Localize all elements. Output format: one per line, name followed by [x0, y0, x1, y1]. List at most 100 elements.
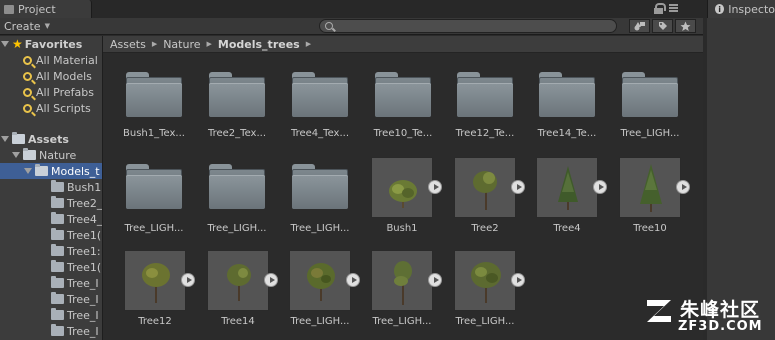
asset-label: Tree10_Te... [373, 128, 433, 139]
asset-label: Tree10 [633, 223, 667, 234]
tree-item-label: Tree4_ [67, 212, 103, 226]
filter-by-type-button[interactable] [629, 19, 650, 33]
tree-item-label: Tree1( [67, 228, 102, 242]
play-preview-icon[interactable] [264, 273, 278, 287]
breadcrumb-nature[interactable]: Nature [163, 38, 200, 51]
create-dropdown[interactable]: Create ▼ [4, 19, 50, 33]
tree-item-all-scripts[interactable]: All Scripts [0, 100, 102, 116]
watermark-subtitle: ZF3D.COM [678, 319, 763, 334]
search-input[interactable] [319, 19, 617, 33]
caret-down-icon: ▼ [44, 22, 50, 30]
folder-icon [292, 164, 348, 209]
expand-arrow-icon[interactable] [1, 136, 9, 142]
tree-item-label: All Material [36, 53, 98, 67]
tree-child-folder[interactable]: Tree4_ [0, 211, 103, 227]
tree-item-label: All Models [36, 69, 92, 83]
window-tab-strip: Project i Inspecto [0, 0, 775, 18]
folder-icon [457, 72, 513, 117]
tree-child-folder[interactable]: Tree_I [0, 307, 102, 323]
tree-preview [454, 157, 516, 218]
search-filter-icon [23, 71, 32, 81]
search-icon [325, 22, 333, 30]
folder-icon [209, 164, 265, 209]
star-icon: ★ [12, 37, 23, 51]
tab-inspector[interactable]: i Inspecto [707, 0, 775, 18]
tree-preview [124, 250, 186, 311]
breadcrumb-arrow-icon: ▶ [206, 40, 212, 48]
favorites-label: Favorites [24, 37, 83, 51]
tree-child-folder[interactable]: Tree1( [0, 259, 102, 275]
asset-label: Tree_LIGH... [372, 316, 432, 327]
breadcrumb-current[interactable]: Models_trees [218, 38, 300, 51]
tree-child-folder[interactable]: Tree_I [0, 291, 102, 307]
tree-child-folder[interactable]: Tree2_ [0, 195, 102, 211]
tab-project-label: Project [18, 2, 56, 16]
folder-icon [51, 212, 64, 224]
play-preview-icon[interactable] [511, 180, 525, 194]
tree-item-label: All Prefabs [36, 85, 94, 99]
tree-item-label: Bush1 [67, 180, 102, 194]
play-preview-icon[interactable] [181, 273, 195, 287]
bush-preview [371, 157, 433, 218]
tree-item-label: Tree_I [67, 276, 99, 290]
conifer-preview [536, 157, 598, 218]
asset-label: Tree_LIGH... [124, 223, 184, 234]
play-preview-icon[interactable] [428, 273, 442, 287]
tree-item-all-models[interactable]: All Models [0, 68, 102, 84]
expand-arrow-icon[interactable] [1, 41, 9, 47]
tree-item-label: Tree_I [67, 308, 99, 322]
tree-models-trees[interactable]: Models_t [0, 163, 102, 179]
expand-arrow-icon[interactable] [12, 152, 20, 158]
folder-icon [622, 72, 678, 117]
asset-label: Tree2_Tex... [207, 128, 267, 139]
filter-type-icon [634, 22, 645, 31]
lock-icon[interactable] [654, 3, 666, 14]
create-label: Create [4, 19, 41, 33]
asset-label: Tree12_Te... [455, 128, 515, 139]
play-preview-icon[interactable] [676, 180, 690, 194]
tree-item-all-prefabs[interactable]: All Prefabs [0, 84, 102, 100]
star-icon [680, 21, 691, 31]
tree-preview [454, 250, 516, 311]
tag-icon [658, 22, 667, 30]
tree-child-folder[interactable]: Tree1( [0, 227, 102, 243]
tree-child-folder[interactable]: Tree_I [0, 275, 102, 291]
tree-child-folder[interactable]: Bush1 [0, 179, 102, 195]
project-window-icon [4, 4, 14, 14]
tree-item-label: Tree_I [67, 292, 99, 306]
watermark-title: 朱峰社区 [680, 299, 761, 321]
watermark: 朱峰社区 ZF3D.COM [644, 292, 772, 338]
asset-label: Tree_LIGH... [207, 223, 267, 234]
folder-icon [539, 72, 595, 117]
breadcrumb: Assets ▶ Nature ▶ Models_trees ▶ [103, 36, 703, 53]
tab-project[interactable]: Project [0, 0, 92, 18]
tree-favorites[interactable]: ★ Favorites [0, 36, 102, 52]
asset-label: Tree_LIGH... [620, 128, 680, 139]
expand-arrow-icon[interactable] [24, 168, 32, 174]
favorite-button[interactable] [675, 19, 696, 33]
asset-label: Tree_LIGH... [290, 316, 350, 327]
asset-label: Bush1_Tex... [123, 128, 185, 139]
tree-assets[interactable]: Assets [0, 131, 102, 147]
asset-browser: Assets ▶ Nature ▶ Models_trees ▶ Bush1_T… [103, 36, 703, 340]
tree-item-label: Tree_I [67, 324, 99, 338]
play-preview-icon[interactable] [593, 180, 607, 194]
tree-item-all-materials[interactable]: All Material [0, 52, 102, 68]
assets-label: Assets [28, 132, 69, 146]
asset-label: Tree_LIGH... [290, 223, 350, 234]
tree-child-folder[interactable]: Tree1: [0, 243, 102, 259]
tree-nature[interactable]: Nature [0, 147, 102, 163]
play-preview-icon[interactable] [346, 273, 360, 287]
asset-label: Tree4_Tex... [290, 128, 350, 139]
folder-icon [292, 72, 348, 117]
breadcrumb-assets[interactable]: Assets [110, 38, 146, 51]
window-menu-icon[interactable] [669, 4, 678, 12]
asset-label: Tree_LIGH... [455, 316, 515, 327]
folder-icon [209, 72, 265, 117]
play-preview-icon[interactable] [511, 273, 525, 287]
play-preview-icon[interactable] [428, 180, 442, 194]
tree-preview [207, 250, 269, 311]
folder-icon [35, 164, 48, 176]
filter-by-label-button[interactable] [652, 19, 673, 33]
tree-child-folder[interactable]: Tree_I [0, 323, 102, 339]
